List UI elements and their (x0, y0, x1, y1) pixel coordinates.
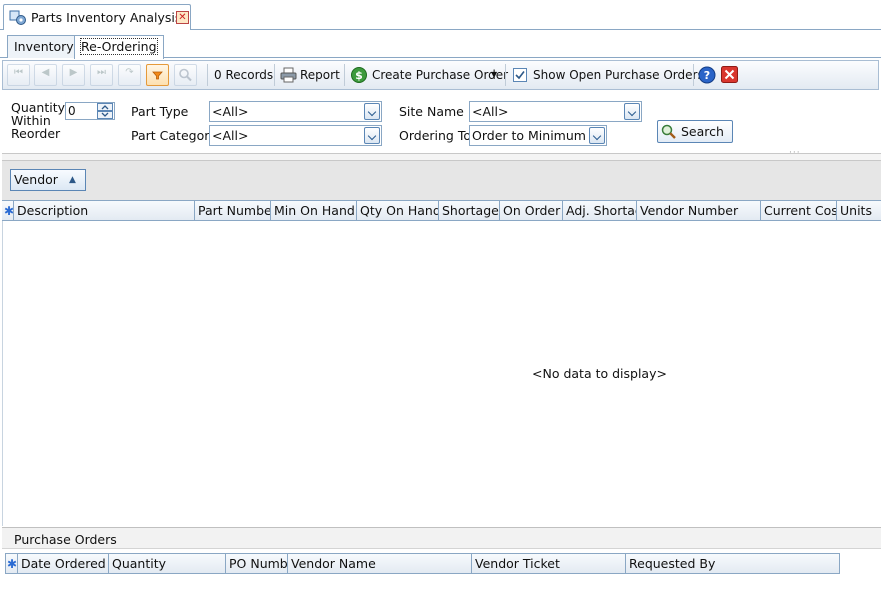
po-column-header-quantity[interactable]: Quantity (109, 554, 226, 574)
chevron-down-icon[interactable] (589, 127, 605, 144)
toolbar-separator (505, 64, 506, 86)
last-record-button[interactable]: ⏭ (90, 64, 113, 86)
printer-icon (280, 67, 297, 83)
tab-inventory[interactable]: Inventory (7, 35, 81, 58)
toolbar-separator (693, 64, 694, 86)
first-record-icon: ⏮ (14, 67, 23, 78)
funnel-icon (152, 71, 163, 80)
search-icon (661, 124, 676, 139)
find-button[interactable] (174, 64, 197, 86)
column-header-adj-shortage[interactable]: Adj. Shortage (563, 201, 637, 221)
first-record-button[interactable]: ⏮ (7, 64, 30, 86)
new-row-star-icon: ✱ (6, 554, 18, 574)
previous-icon: ◀ (41, 67, 50, 78)
purchase-orders-grid-header: ✱ Date Ordered Quantity PO Number Vendor… (5, 553, 840, 574)
sort-ascending-icon: ▲ (69, 175, 76, 185)
toolbar-separator (207, 64, 208, 86)
column-header-part-number[interactable]: Part Number (195, 201, 271, 221)
filter-button[interactable] (146, 64, 169, 86)
last-record-icon: ⏭ (97, 67, 106, 78)
site-name-label: Site Name (399, 104, 464, 119)
column-header-qty-on-hand[interactable]: Qty On Hand (357, 201, 439, 221)
purchase-orders-title: Purchase Orders (14, 532, 117, 547)
tab-re-ordering[interactable]: Re-Ordering (74, 35, 164, 59)
toolbar-separator (274, 64, 275, 86)
main-grid-body[interactable] (2, 221, 881, 526)
svg-text:$: $ (355, 69, 363, 82)
chevron-down-icon[interactable] (364, 127, 380, 144)
column-header-shortage[interactable]: Shortage (439, 201, 500, 221)
help-icon[interactable]: ? (698, 66, 716, 84)
checkbox-checked-icon (513, 68, 527, 82)
close-tab-icon[interactable]: ✕ (176, 11, 189, 24)
column-header-min-on-hand[interactable]: Min On Hand (271, 201, 357, 221)
site-name-select[interactable]: <All> (469, 101, 642, 122)
part-type-label: Part Type (131, 104, 189, 119)
column-header-current-cost[interactable]: Current Cost (761, 201, 837, 221)
part-category-label: Part Category (131, 128, 217, 143)
chevron-down-icon[interactable] (624, 103, 640, 120)
previous-record-button[interactable]: ◀ (34, 64, 57, 86)
parts-gear-icon (9, 10, 26, 25)
new-row-star-icon: ✱ (2, 201, 14, 221)
toolbar-separator (344, 64, 345, 86)
group-by-area: Vendor ▲ (2, 160, 881, 200)
ordering-to-select[interactable]: Order to Minimum (469, 125, 607, 146)
column-header-on-order[interactable]: On Order (500, 201, 563, 221)
purchase-orders-grid-body[interactable] (5, 575, 840, 603)
document-tab-parts-inventory[interactable]: Parts Inventory Analysis ✕ (3, 4, 191, 30)
po-column-header-date-ordered[interactable]: Date Ordered (18, 554, 109, 574)
column-header-description[interactable]: Description (14, 201, 195, 221)
panel-splitter[interactable]: ··· (2, 148, 881, 160)
po-column-header-po-number[interactable]: PO Number (226, 554, 288, 574)
next-icon: ▶ (69, 67, 78, 78)
po-column-header-vendor-name[interactable]: Vendor Name (288, 554, 472, 574)
show-open-purchase-orders-toggle[interactable]: Show Open Purchase Orders (511, 64, 704, 86)
part-category-select[interactable]: <All> (209, 125, 382, 146)
record-count: 0 Records (214, 68, 274, 82)
chevron-down-icon[interactable] (364, 103, 380, 120)
close-icon[interactable] (721, 66, 738, 83)
po-column-header-requested-by[interactable]: Requested By (626, 554, 839, 574)
group-by-vendor-chip[interactable]: Vendor ▲ (10, 169, 86, 191)
dollar-icon: $ (351, 67, 367, 83)
create-purchase-order-button[interactable]: $ Create Purchase Order ▼ (348, 64, 508, 86)
no-data-message: <No data to display> (532, 366, 667, 381)
quantity-stepper[interactable]: 0 (65, 102, 115, 120)
po-column-header-vendor-ticket[interactable]: Vendor Ticket (472, 554, 626, 574)
document-tab-title: Parts Inventory Analysis (31, 10, 182, 25)
purchase-orders-panel-header: Purchase Orders (2, 527, 881, 549)
subtab-strip: Inventory Re-Ordering (0, 31, 881, 59)
svg-text:?: ? (704, 69, 710, 82)
grid-toolbar: ⏮ ◀ ▶ ⏭ ↷ 0 Records Report $ Create Purc… (2, 60, 879, 90)
spinner-arrows-icon[interactable] (97, 103, 113, 119)
dropdown-arrow-icon: ▼ (491, 70, 498, 79)
next-record-button[interactable]: ▶ (62, 64, 85, 86)
redo-icon: ↷ (125, 67, 134, 78)
quantity-within-reorder-label: Quantity Within Reorder (11, 100, 66, 141)
main-grid-header: ✱ Description Part Number Min On Hand Qt… (2, 200, 881, 221)
search-button[interactable]: Search (657, 120, 733, 143)
ordering-to-label: Ordering To (399, 128, 471, 143)
splitter-grip-icon: ··· (789, 148, 801, 158)
column-header-units[interactable]: Units (837, 201, 881, 221)
part-type-select[interactable]: <All> (209, 101, 382, 122)
document-tabstrip: Parts Inventory Analysis ✕ (0, 0, 881, 30)
column-header-vendor-number[interactable]: Vendor Number (637, 201, 761, 221)
magnifier-icon (179, 68, 192, 82)
refresh-button[interactable]: ↷ (118, 64, 141, 86)
report-button[interactable]: Report (278, 64, 342, 86)
